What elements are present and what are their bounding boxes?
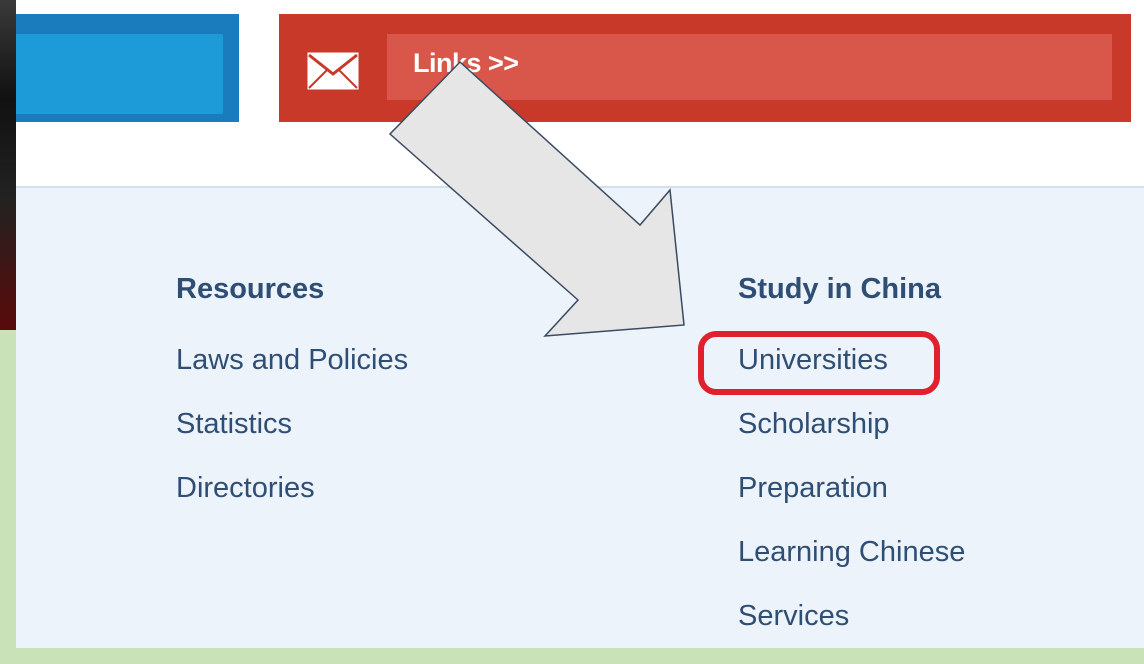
link-laws-and-policies[interactable]: Laws and Policies bbox=[176, 344, 408, 376]
footer-column-study-in-china: Study in China Universities Scholarship … bbox=[738, 268, 965, 664]
blue-banner bbox=[16, 14, 239, 122]
envelope-icon bbox=[307, 52, 359, 90]
study-in-china-heading[interactable]: Study in China bbox=[738, 268, 965, 310]
links-bar[interactable]: Links >> bbox=[387, 34, 1112, 100]
link-preparation[interactable]: Preparation bbox=[738, 472, 965, 504]
links-banner: Links >> bbox=[279, 14, 1131, 122]
header-photo-edge bbox=[0, 0, 16, 330]
blue-banner-bar[interactable] bbox=[16, 34, 223, 114]
links-link[interactable]: Links >> bbox=[413, 48, 519, 79]
link-statistics[interactable]: Statistics bbox=[176, 408, 408, 440]
link-scholarship[interactable]: Scholarship bbox=[738, 408, 965, 440]
universities-highlight-outline bbox=[698, 331, 940, 395]
link-learning-chinese[interactable]: Learning Chinese bbox=[738, 536, 965, 568]
footer-column-resources: Resources Laws and Policies Statistics D… bbox=[176, 268, 408, 536]
resources-heading[interactable]: Resources bbox=[176, 268, 408, 310]
link-services[interactable]: Services bbox=[738, 600, 965, 632]
link-directories[interactable]: Directories bbox=[176, 472, 408, 504]
